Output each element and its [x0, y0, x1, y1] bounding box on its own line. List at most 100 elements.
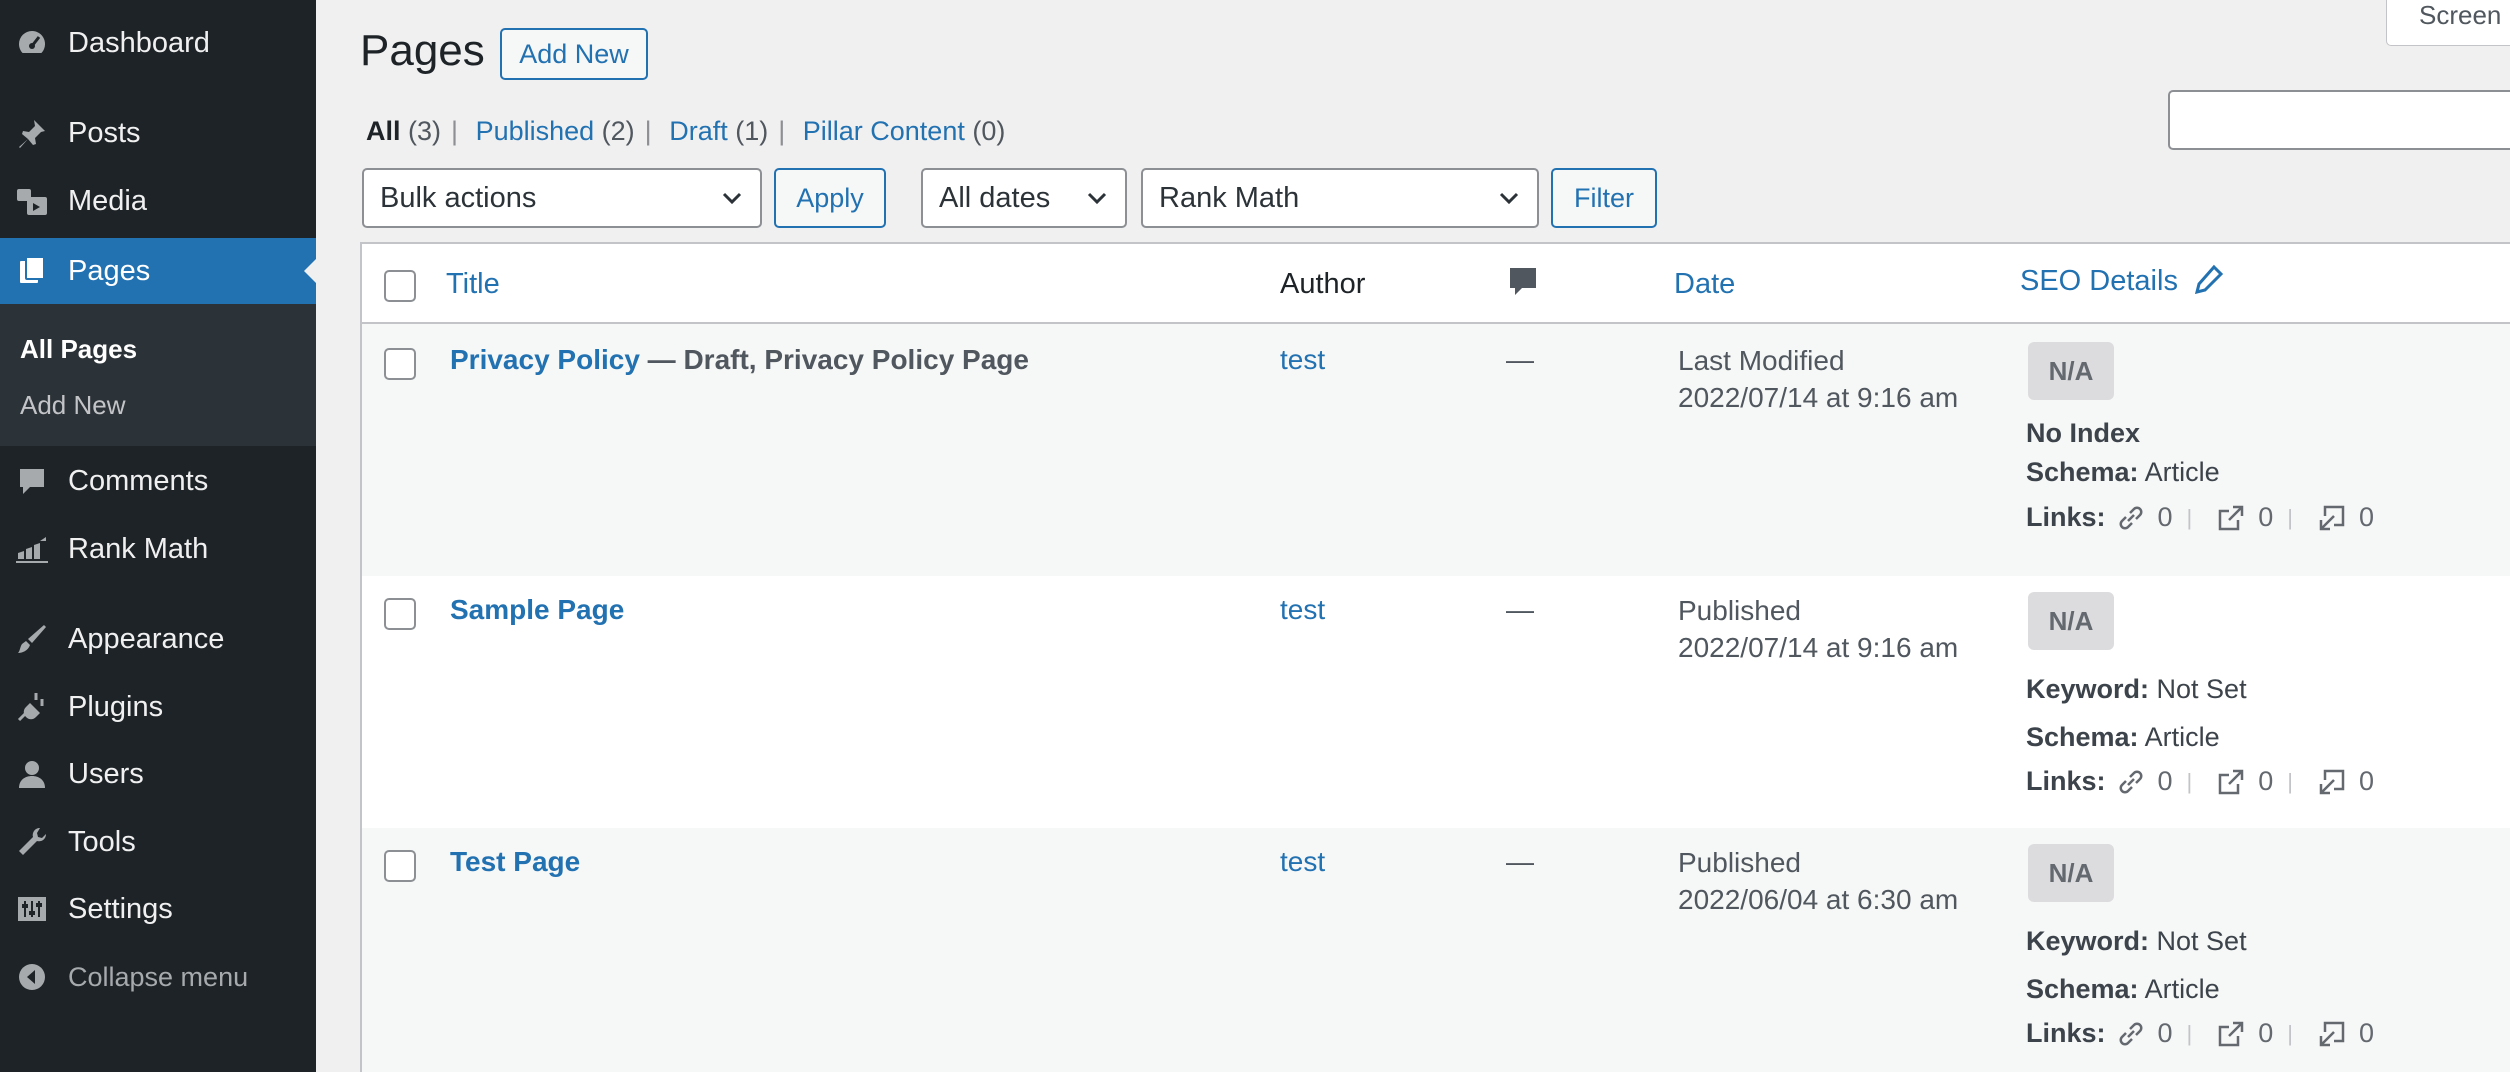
sidebar-item-posts[interactable]: Posts — [0, 100, 316, 166]
date-cell: Last Modified 2022/07/14 at 9:16 am — [1678, 342, 1958, 416]
internal-link-icon — [2119, 506, 2142, 529]
schema-value: Article — [2144, 974, 2220, 1004]
collapse-menu-label: Collapse menu — [68, 961, 249, 992]
pencil-icon[interactable] — [2194, 264, 2224, 295]
sidebar-item-tools[interactable]: Tools — [0, 809, 316, 875]
separator: | — [2186, 768, 2193, 794]
robots-line: No Index — [2026, 418, 2140, 449]
date-cell: Published 2022/07/14 at 9:16 am — [1678, 592, 1958, 666]
seo-score-badge: N/A — [2028, 592, 2114, 650]
comments-count: — — [1506, 344, 1534, 375]
links-label: Links: — [2026, 766, 2106, 796]
separator: | — [2287, 768, 2294, 794]
sidebar-item-label: Media — [68, 184, 147, 217]
filter-button[interactable]: Filter — [1551, 168, 1657, 228]
rank-math-filter-value: Rank Math — [1159, 182, 1300, 214]
sidebar-item-rank-math[interactable]: Rank Math — [0, 516, 316, 582]
internal-link-icon — [2119, 770, 2142, 793]
author-link[interactable]: test — [1280, 846, 1325, 878]
add-new-button[interactable]: Add New — [500, 28, 648, 80]
incoming-links-count: 0 — [2359, 502, 2375, 532]
page-title-link[interactable]: Privacy Policy — [450, 344, 640, 375]
apply-button[interactable]: Apply — [774, 168, 886, 228]
submenu-add-new[interactable]: Add New — [20, 390, 126, 421]
page-title-link[interactable]: Sample Page — [450, 594, 624, 625]
incoming-link-icon — [2319, 1021, 2345, 1046]
date-value: 2022/07/14 at 9:16 am — [1678, 632, 1959, 663]
page-state: — Draft, Privacy Policy Page — [639, 344, 1029, 375]
filter-pillar-count: (0) — [972, 116, 1006, 146]
submenu-all-pages[interactable]: All Pages — [20, 334, 137, 365]
filter-pillar-link[interactable]: Pillar Content — [803, 116, 965, 146]
rank-math-filter-select[interactable]: Rank Math — [1141, 168, 1539, 228]
external-link-icon — [2219, 769, 2244, 794]
sidebar-item-users[interactable]: Users — [0, 741, 316, 807]
table-row: Sample Page test — Published 2022/07/14 … — [362, 576, 2510, 828]
external-links-count: 0 — [2258, 502, 2274, 532]
comment-icon — [14, 463, 50, 499]
separator: | — [2287, 1020, 2294, 1046]
sidebar-item-label: Plugins — [68, 690, 164, 723]
external-link-icon — [2219, 505, 2244, 530]
sidebar-item-media[interactable]: Media — [0, 168, 316, 234]
plug-icon — [14, 689, 50, 725]
sidebar-item-label: Dashboard — [68, 26, 210, 59]
page-title-link[interactable]: Test Page — [450, 846, 580, 877]
sidebar-item-plugins[interactable]: Plugins — [0, 674, 316, 740]
column-date[interactable]: Date — [1674, 268, 1735, 301]
select-all-checkbox[interactable] — [384, 270, 416, 302]
collapse-icon — [14, 959, 50, 995]
collapse-menu-button[interactable]: Collapse menu — [0, 944, 316, 1010]
separator: | — [778, 116, 786, 146]
dashboard-icon — [14, 25, 50, 61]
pin-icon — [14, 115, 50, 151]
filter-all-count: (3) — [408, 116, 442, 146]
date-filter-value: All dates — [939, 182, 1051, 214]
brush-icon — [14, 621, 50, 657]
pages-submenu: All Pages Add New — [0, 304, 316, 446]
chevron-down-icon — [1087, 192, 1107, 205]
sidebar-item-label: Comments — [68, 464, 209, 497]
sidebar-item-appearance[interactable]: Appearance — [0, 606, 316, 672]
author-link[interactable]: test — [1280, 594, 1325, 626]
screen-options-button[interactable]: Screen — [2386, 0, 2510, 46]
internal-link-icon — [2119, 1022, 2142, 1045]
author-link[interactable]: test — [1280, 344, 1325, 376]
sidebar-item-label: Users — [68, 757, 144, 790]
bulk-actions-select[interactable]: Bulk actions — [362, 168, 762, 228]
robots-label: No Index — [2026, 418, 2141, 448]
sidebar-item-comments[interactable]: Comments — [0, 448, 316, 514]
column-seo-details[interactable]: SEO Details — [2020, 264, 2224, 298]
sidebar-item-pages[interactable]: Pages — [0, 238, 316, 304]
table-row: Test Page test — Published 2022/06/04 at… — [362, 828, 2510, 1072]
table-header: Title Author Date SEO Details — [362, 244, 2510, 324]
date-filter-select[interactable]: All dates — [921, 168, 1127, 228]
column-author: Author — [1280, 268, 1366, 300]
column-title[interactable]: Title — [446, 268, 500, 301]
row-checkbox[interactable] — [384, 348, 416, 380]
separator: | — [2287, 504, 2294, 530]
filter-published-link[interactable]: Published — [476, 116, 595, 146]
row-checkbox[interactable] — [384, 598, 416, 630]
sidebar-item-label: Pages — [68, 254, 151, 287]
search-input[interactable] — [2168, 90, 2510, 150]
sidebar-item-dashboard[interactable]: Dashboard — [0, 10, 316, 76]
schema-value: Article — [2144, 722, 2220, 752]
filter-draft-link[interactable]: Draft — [669, 116, 728, 146]
keyword-value: Not Set — [2149, 674, 2247, 704]
filter-all-link[interactable]: All — [366, 116, 401, 146]
admin-sidebar: Dashboard Posts Media Pages All Pages Ad… — [0, 0, 316, 1072]
external-link-icon — [2219, 1021, 2244, 1046]
internal-links-count: 0 — [2157, 502, 2173, 532]
row-checkbox[interactable] — [384, 850, 416, 882]
sidebar-item-label: Rank Math — [68, 532, 209, 565]
page-title-cell: Privacy Policy — Draft, Privacy Policy P… — [450, 344, 1029, 376]
incoming-links-count: 0 — [2359, 766, 2375, 796]
sidebar-item-settings[interactable]: Settings — [0, 876, 316, 942]
settings-icon — [14, 891, 50, 927]
incoming-link-icon — [2319, 769, 2345, 794]
date-cell: Published 2022/06/04 at 6:30 am — [1678, 844, 1958, 918]
keyword-line: Keyword: Not Set — [2026, 674, 2247, 705]
separator: | — [2186, 1020, 2193, 1046]
schema-label: Schema: — [2026, 974, 2139, 1004]
